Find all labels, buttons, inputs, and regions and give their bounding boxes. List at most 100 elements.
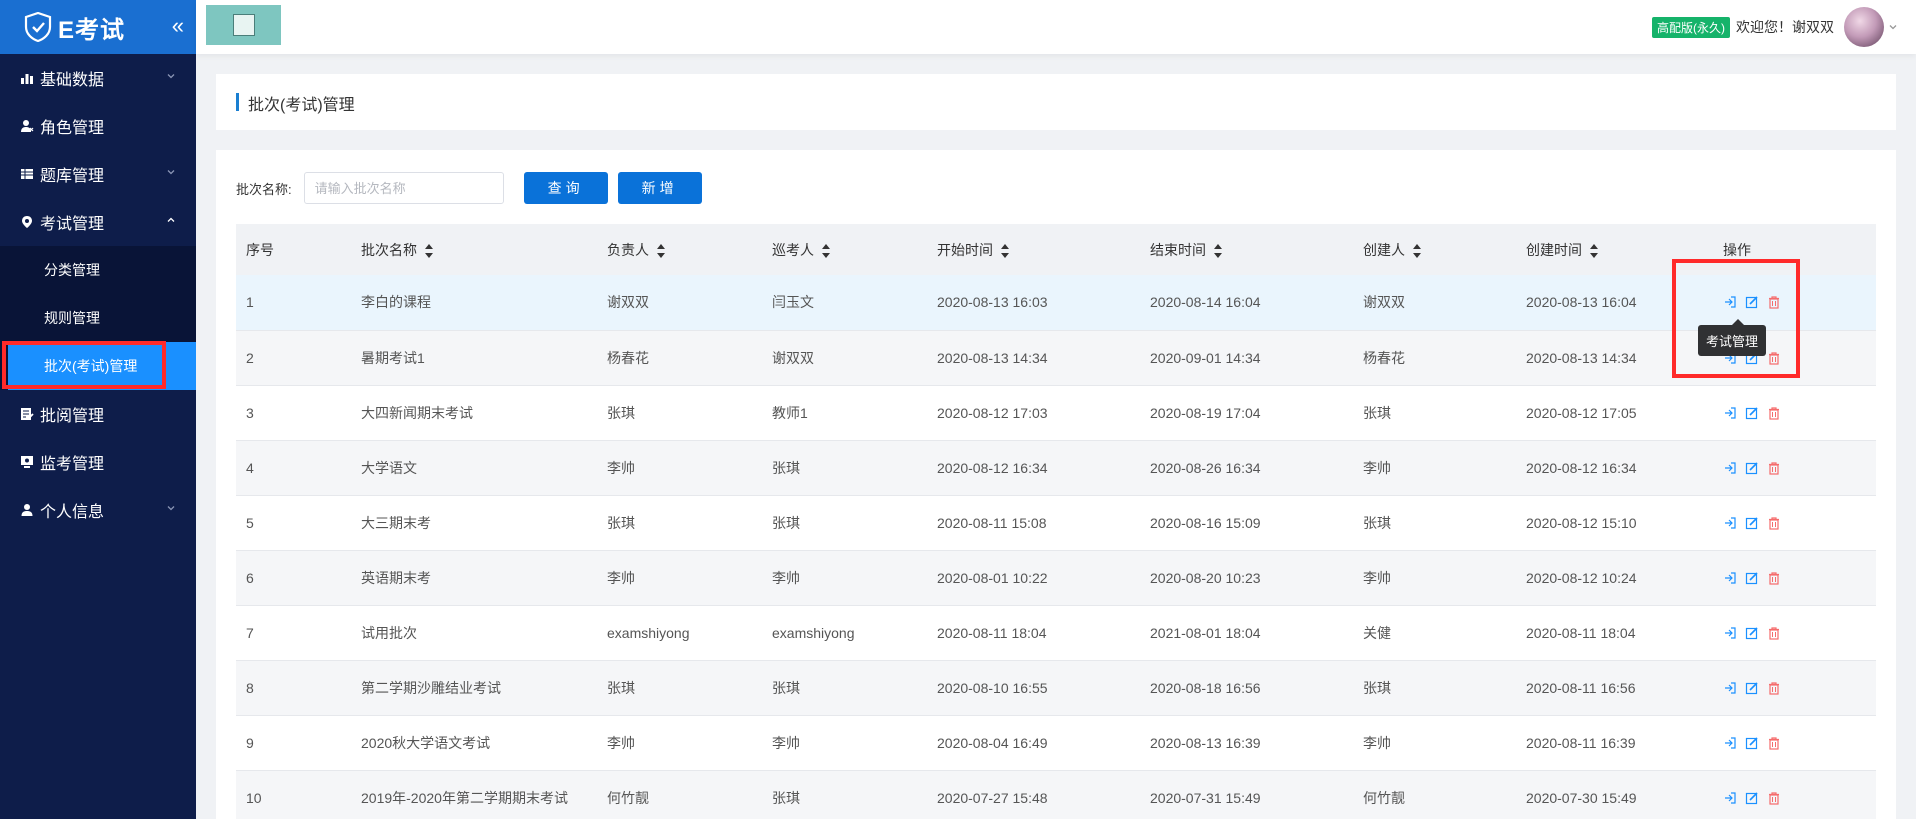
delete-icon[interactable] [1767, 406, 1781, 420]
sidebar-item-basic-data[interactable]: 基础数据 [0, 54, 196, 102]
sort-icon[interactable] [425, 243, 433, 258]
table-cell-creator: 何竹靓 [1353, 770, 1516, 819]
table-cell-operations [1713, 715, 1876, 771]
table-cell-creator: 关健 [1353, 605, 1516, 661]
sidebar-subitem-rule-management[interactable]: 规则管理 [0, 294, 196, 342]
enter-exam-icon[interactable] [1723, 736, 1737, 750]
enter-exam-icon[interactable] [1723, 516, 1737, 530]
sidebar-item-role-management[interactable]: 角色管理 [0, 102, 196, 150]
table-cell-batch-name: 2020秋大学语文考试 [351, 715, 597, 771]
edit-icon[interactable] [1745, 516, 1759, 530]
delete-icon[interactable] [1767, 626, 1781, 640]
sidebar-subitem-batch-management[interactable]: 批次(考试)管理 [8, 342, 196, 390]
header-thumbnail[interactable] [206, 5, 281, 45]
table-cell-patroller: 李帅 [762, 550, 927, 606]
header-label: 结束时间 [1150, 241, 1206, 258]
header-label: 序号 [246, 241, 274, 258]
table-cell-patroller: examshiyong [762, 605, 927, 661]
sidebar-item-question-bank[interactable]: 题库管理 [0, 150, 196, 198]
table-cell-owner: 李帅 [597, 440, 762, 496]
delete-icon[interactable] [1767, 736, 1781, 750]
table-cell-end-time: 2020-08-16 15:09 [1140, 495, 1353, 551]
edit-icon[interactable] [1745, 791, 1759, 805]
delete-icon[interactable] [1767, 351, 1781, 365]
table-row: 8 第二学期沙雕结业考试 张琪 张琪 2020-08-10 16:55 2020-08-1… [236, 660, 1876, 716]
enter-exam-icon[interactable] [1723, 626, 1737, 640]
enter-exam-icon[interactable] [1723, 295, 1737, 309]
table-cell-operations [1713, 495, 1876, 551]
edit-icon[interactable] [1745, 295, 1759, 309]
table-cell-patroller: 张琪 [762, 770, 927, 819]
batch-name-search-input[interactable] [303, 172, 504, 204]
sidebar-item-label: 监考管理 [40, 456, 105, 473]
row-actions [1723, 791, 1876, 805]
header-col-creator[interactable]: 创建人 [1353, 224, 1516, 275]
table-cell-created-time: 2020-08-13 14:34 [1516, 330, 1713, 386]
table-cell-index: 7 [236, 605, 351, 661]
table-row: 10 2019年-2020年第二学期期末考试 何竹靓 张琪 2020-07-27 15:… [236, 770, 1876, 819]
table-cell-start-time: 2020-08-04 16:49 [927, 715, 1140, 771]
header-col-start-time[interactable]: 开始时间 [927, 224, 1140, 275]
sort-icon[interactable] [1214, 243, 1222, 258]
edit-icon[interactable] [1745, 681, 1759, 695]
delete-icon[interactable] [1767, 571, 1781, 585]
sidebar-item-personal-info[interactable]: 个人信息 [0, 486, 196, 534]
table-cell-start-time: 2020-08-01 10:22 [927, 550, 1140, 606]
header-label: 开始时间 [937, 241, 993, 258]
header-col-created-time[interactable]: 创建时间 [1516, 224, 1713, 275]
enter-exam-icon[interactable] [1723, 571, 1737, 585]
sort-icon[interactable] [1590, 243, 1598, 258]
header-col-owner[interactable]: 负责人 [597, 224, 762, 275]
row-actions [1723, 516, 1876, 530]
table-cell-created-time: 2020-08-11 16:56 [1516, 660, 1713, 716]
add-button[interactable]: 新增 [617, 172, 702, 204]
table-row: 9 2020秋大学语文考试 李帅 李帅 2020-08-04 16:49 2020-08-… [236, 715, 1876, 771]
enter-exam-icon[interactable] [1723, 406, 1737, 420]
table-cell-creator: 李帅 [1353, 715, 1516, 771]
edit-icon[interactable] [1745, 736, 1759, 750]
table-cell-batch-name: 暑期考试1 [351, 330, 597, 386]
sidebar-subitem-category-management[interactable]: 分类管理 [0, 246, 196, 294]
collapse-sidebar-icon[interactable]: « [172, 13, 184, 39]
sort-icon[interactable] [1001, 243, 1009, 258]
chevron-down-icon[interactable] [1888, 22, 1898, 32]
edit-icon[interactable] [1745, 406, 1759, 420]
sidebar-item-grading-management[interactable]: 批阅管理 [0, 390, 196, 438]
sort-icon[interactable] [657, 243, 665, 258]
header-col-batch-name[interactable]: 批次名称 [351, 224, 597, 275]
chevron-down-icon [167, 506, 175, 511]
enter-exam-icon[interactable] [1723, 461, 1737, 475]
sidebar-item-exam-management[interactable]: 考试管理 [0, 198, 196, 246]
table-cell-index: 3 [236, 385, 351, 441]
header-label: 创建时间 [1526, 241, 1582, 258]
table-cell-created-time: 2020-08-12 17:05 [1516, 385, 1713, 441]
table-cell-owner: examshiyong [597, 605, 762, 661]
enter-exam-icon[interactable] [1723, 791, 1737, 805]
table-cell-batch-name: 大三期末考 [351, 495, 597, 551]
table-cell-patroller: 张琪 [762, 440, 927, 496]
header-label: 批次名称 [361, 241, 417, 258]
exam-management-submenu: 分类管理 规则管理 批次(考试)管理 [0, 246, 196, 390]
batch-table: 序号 批次名称 负责人 巡考人 开始时间 结束时间 创建人 创建时间 操作 1 李白的课程 谢双双闫… [236, 224, 1876, 819]
edit-icon[interactable] [1745, 461, 1759, 475]
sort-icon[interactable] [1413, 243, 1421, 258]
table-cell-operations [1713, 550, 1876, 606]
delete-icon[interactable] [1767, 516, 1781, 530]
delete-icon[interactable] [1767, 681, 1781, 695]
query-button[interactable]: 查询 [523, 172, 608, 204]
header-col-patroller[interactable]: 巡考人 [762, 224, 927, 275]
chevron-down-icon [167, 74, 175, 79]
bar-chart-icon [21, 74, 33, 84]
sidebar-item-proctoring-management[interactable]: 监考管理 [0, 438, 196, 486]
sort-icon[interactable] [822, 243, 830, 258]
edit-icon[interactable] [1745, 626, 1759, 640]
enter-exam-icon[interactable] [1723, 681, 1737, 695]
header-label: 巡考人 [772, 241, 814, 258]
delete-icon[interactable] [1767, 295, 1781, 309]
delete-icon[interactable] [1767, 461, 1781, 475]
table-cell-start-time: 2020-08-12 17:03 [927, 385, 1140, 441]
delete-icon[interactable] [1767, 791, 1781, 805]
avatar[interactable] [1844, 7, 1884, 47]
edit-icon[interactable] [1745, 571, 1759, 585]
header-col-end-time[interactable]: 结束时间 [1140, 224, 1353, 275]
